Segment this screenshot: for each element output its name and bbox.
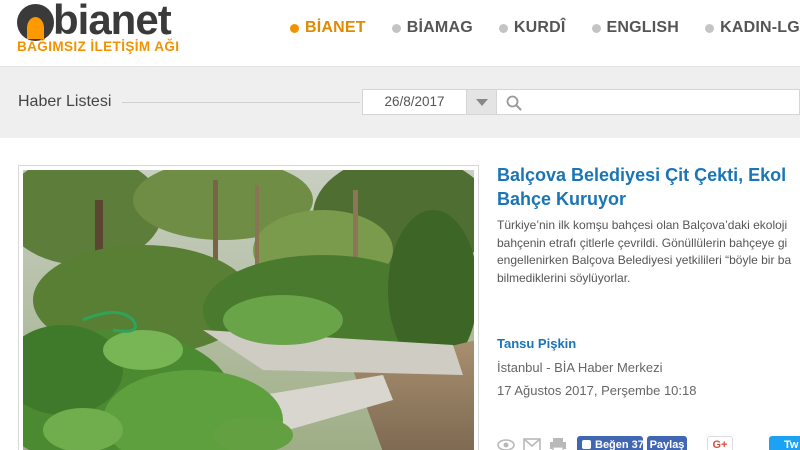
- featured-article: Balçova Belediyesi Çit Çekti, Ekol Bahçe…: [0, 138, 800, 450]
- print-icon[interactable]: [549, 438, 567, 450]
- summary-line: engellenirken Balçova Belediyesi yetkili…: [497, 253, 792, 267]
- share-toolbar: Beğen 37 Paylaş G+ Tw: [497, 434, 800, 450]
- facebook-share-button[interactable]: Paylaş: [647, 436, 687, 450]
- headline-line: Bahçe Kuruyor: [497, 189, 627, 209]
- article-headline[interactable]: Balçova Belediyesi Çit Çekti, Ekol Bahçe…: [497, 163, 800, 211]
- article-photo-frame[interactable]: [18, 165, 479, 450]
- article-date: 17 Ağustos 2017, Perşembe 10:18: [497, 383, 697, 398]
- logo-mark-icon: [17, 4, 54, 41]
- nav-item-label: BİANET: [305, 19, 366, 36]
- title-divider: [122, 102, 360, 103]
- nav-item-label: KURDÎ: [513, 19, 566, 36]
- search-input[interactable]: [527, 92, 797, 112]
- nav-item-label: KADIN-LGBTİ: [720, 19, 800, 36]
- news-list-title: Haber Listesi: [18, 93, 112, 110]
- logo-wordmark: bianet: [53, 0, 172, 43]
- nav-bullet-icon: [705, 23, 715, 33]
- google-plus-button[interactable]: G+: [707, 436, 733, 450]
- summary-line: Türkiye’nin ilk komşu bahçesi olan Balço…: [497, 218, 788, 232]
- nav-item-label: BİAMAG: [406, 19, 473, 36]
- bianet-logo[interactable]: bianet BAĞIMSIZ İLETİŞİM AĞI: [17, 0, 217, 60]
- summary-line: bahçenin etrafı çitlerle çevrildi. Gönül…: [497, 235, 788, 250]
- article-author-link[interactable]: Tansu Pişkin: [497, 336, 576, 351]
- summary-line: bilmediklerini söylüyorlar.: [497, 270, 631, 285]
- news-list-bar: Haber Listesi 26/8/2017: [0, 66, 800, 138]
- article-summary: Türkiye’nin ilk komşu bahçesi olan Balço…: [497, 217, 800, 287]
- headline-line: Balçova Belediyesi Çit Çekti, Ekol: [497, 165, 787, 185]
- tweet-button[interactable]: Tw: [769, 436, 800, 450]
- nav-bullet-icon: [591, 23, 601, 33]
- nav-item-kadin-lgbti[interactable]: KADIN-LGBTİ: [705, 19, 800, 37]
- date-dropdown-toggle[interactable]: [467, 89, 497, 115]
- site-header: bianet BAĞIMSIZ İLETİŞİM AĞI BİANET BİAM…: [0, 0, 800, 66]
- nav-bullet-icon: [391, 23, 401, 33]
- nav-item-bianet[interactable]: BİANET: [290, 19, 366, 37]
- nav-item-biamag[interactable]: BİAMAG: [391, 19, 473, 37]
- nav-bullet-icon: [290, 23, 299, 33]
- nav-item-english[interactable]: ENGLISH: [591, 19, 680, 37]
- article-photo[interactable]: [23, 170, 474, 450]
- search-icon[interactable]: [506, 95, 522, 111]
- email-icon[interactable]: [523, 438, 541, 450]
- logo-tagline: BAĞIMSIZ İLETİŞİM AĞI: [17, 39, 180, 54]
- facebook-like-button[interactable]: Beğen 37: [577, 436, 644, 450]
- eye-icon: [497, 439, 515, 450]
- main-nav: BİANET BİAMAG KURDÎ ENGLISH KADIN-LGBTİ: [290, 18, 800, 38]
- article-location: İstanbul - BİA Haber Merkezi: [497, 360, 663, 375]
- nav-item-label: ENGLISH: [606, 19, 680, 36]
- search-field[interactable]: [497, 89, 800, 115]
- nav-bullet-icon: [498, 23, 508, 33]
- date-picker-field[interactable]: 26/8/2017: [362, 89, 467, 115]
- nav-item-kurdi[interactable]: KURDÎ: [498, 19, 566, 37]
- garden-photo-image: [23, 170, 474, 450]
